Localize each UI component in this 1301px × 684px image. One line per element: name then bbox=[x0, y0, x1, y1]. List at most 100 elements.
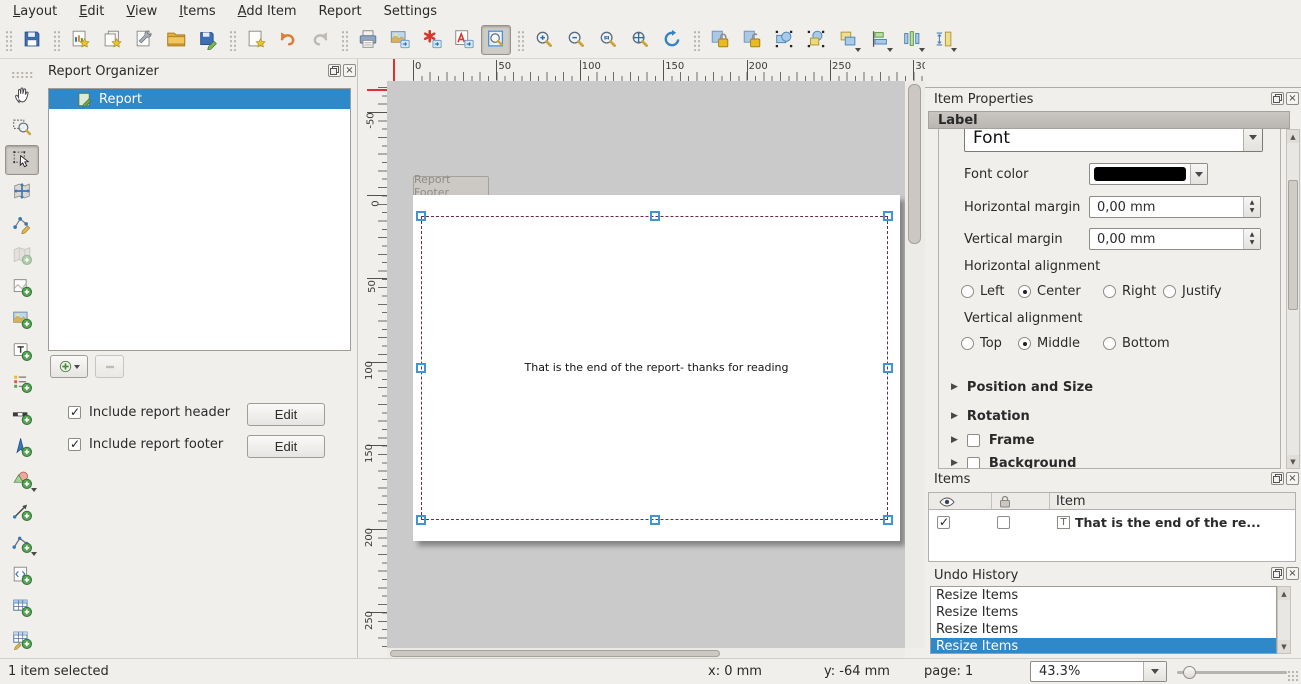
horizontal-margin-spinbox[interactable]: 0,00 mm ▲▼ bbox=[1089, 196, 1261, 218]
font-color-button[interactable] bbox=[1089, 163, 1208, 185]
move-item-content-button[interactable] bbox=[5, 177, 39, 207]
vertical-alignment-radio-bottom[interactable]: Bottom bbox=[1103, 336, 1170, 351]
redo-button[interactable] bbox=[305, 25, 335, 55]
vertical-alignment-radio-top[interactable]: Top bbox=[961, 336, 1002, 351]
load-template-button[interactable] bbox=[161, 25, 191, 55]
unlock-items-button[interactable] bbox=[737, 25, 767, 55]
resize-handle-ne[interactable] bbox=[883, 211, 893, 221]
save-as-template-button[interactable] bbox=[193, 25, 223, 55]
undo-history-scrollbar[interactable]: ▲ ▼ bbox=[1277, 586, 1291, 654]
edit-nodes-item-button[interactable] bbox=[5, 209, 39, 239]
add-shape-button[interactable] bbox=[5, 465, 39, 495]
close-panel-icon[interactable]: × bbox=[1286, 567, 1299, 580]
zoom-out-button[interactable] bbox=[561, 25, 591, 55]
expand-triangle-icon[interactable]: ▶ bbox=[951, 382, 958, 392]
print-button[interactable] bbox=[353, 25, 383, 55]
page-viewport[interactable]: Report Footer That is the end of the rep… bbox=[387, 81, 905, 648]
distribute-items-button[interactable] bbox=[897, 25, 927, 55]
add-north-arrow-button[interactable] bbox=[5, 433, 39, 463]
section-position-and-size[interactable]: ▶Position and Size bbox=[939, 376, 1280, 398]
selected-label-item[interactable] bbox=[421, 216, 888, 520]
horizontal-alignment-radio-center[interactable]: Center bbox=[1018, 284, 1081, 299]
undo-history-entry[interactable]: Resize Items bbox=[931, 587, 1276, 604]
horizontal-alignment-radio-right[interactable]: Right bbox=[1103, 284, 1156, 299]
resize-handle-e[interactable] bbox=[883, 363, 893, 373]
zoom-full-button[interactable] bbox=[625, 25, 655, 55]
horizontal-alignment-radio-justify[interactable]: Justify bbox=[1163, 284, 1222, 299]
menu-add-item[interactable]: Add Item bbox=[227, 2, 308, 21]
resize-handle-se[interactable] bbox=[883, 515, 893, 525]
background-checkbox[interactable] bbox=[967, 457, 980, 470]
table-row[interactable]: T That is the end of the re... bbox=[929, 512, 1295, 532]
duplicate-layout-button[interactable] bbox=[97, 25, 127, 55]
add-picture-button[interactable] bbox=[5, 305, 39, 335]
new-layout-button[interactable] bbox=[65, 25, 95, 55]
menu-items[interactable]: Items bbox=[168, 2, 226, 21]
export-pdf-button[interactable] bbox=[449, 25, 479, 55]
add-scalebar-button[interactable] bbox=[5, 401, 39, 431]
section-frame[interactable]: ▶Frame bbox=[939, 429, 1280, 451]
add-map-button[interactable] bbox=[5, 241, 39, 271]
float-panel-icon[interactable] bbox=[1271, 567, 1284, 580]
canvas-vertical-scrollbar[interactable] bbox=[905, 81, 925, 648]
float-panel-icon[interactable] bbox=[1271, 92, 1284, 105]
save-layout-button[interactable] bbox=[17, 25, 47, 55]
zoom-actual-button[interactable] bbox=[593, 25, 623, 55]
zoom-slider-handle[interactable] bbox=[1183, 666, 1196, 679]
item-properties-scrollbar[interactable]: ▲ ▼ bbox=[1286, 129, 1300, 469]
resize-handle-n[interactable] bbox=[650, 211, 660, 221]
edit-footer-button[interactable]: Edit bbox=[247, 435, 325, 458]
expand-triangle-icon[interactable]: ▶ bbox=[951, 458, 958, 468]
report-tree[interactable]: Report bbox=[48, 88, 351, 351]
add-3d-map-button[interactable] bbox=[5, 273, 39, 303]
item-locked-checkbox[interactable] bbox=[997, 516, 1010, 529]
menu-layout[interactable]: Layout bbox=[2, 2, 68, 21]
resize-handle-s[interactable] bbox=[650, 515, 660, 525]
edit-header-button[interactable]: Edit bbox=[247, 403, 325, 426]
layout-manager-button[interactable] bbox=[129, 25, 159, 55]
lock-items-button[interactable] bbox=[705, 25, 735, 55]
menu-report[interactable]: Report bbox=[308, 2, 373, 21]
items-table[interactable]: T That is the end of the re... bbox=[928, 510, 1296, 562]
float-panel-icon[interactable] bbox=[328, 64, 341, 77]
resize-handle-w[interactable] bbox=[416, 363, 426, 373]
select-all-button[interactable] bbox=[769, 25, 799, 55]
undo-button[interactable] bbox=[273, 25, 303, 55]
frame-checkbox[interactable] bbox=[967, 434, 980, 447]
add-legend-button[interactable] bbox=[5, 369, 39, 399]
report-page[interactable]: That is the end of the report- thanks fo… bbox=[413, 195, 900, 541]
deselect-all-button[interactable] bbox=[801, 25, 831, 55]
align-items-button[interactable] bbox=[865, 25, 895, 55]
include-report-header-checkbox[interactable] bbox=[68, 406, 81, 419]
menu-view[interactable]: View bbox=[115, 2, 168, 21]
menu-settings[interactable]: Settings bbox=[373, 2, 448, 21]
item-visible-checkbox[interactable] bbox=[937, 516, 950, 529]
close-panel-icon[interactable]: × bbox=[1286, 92, 1299, 105]
undo-history-entry[interactable]: Resize Items bbox=[931, 638, 1276, 654]
export-image-button[interactable] bbox=[385, 25, 415, 55]
refresh-view-button[interactable] bbox=[657, 25, 687, 55]
remove-section-button[interactable] bbox=[95, 355, 124, 378]
preview-zoom-button[interactable] bbox=[481, 25, 511, 55]
menu-edit[interactable]: Edit bbox=[68, 2, 115, 21]
zoom-button[interactable] bbox=[5, 113, 39, 143]
add-html-button[interactable] bbox=[5, 561, 39, 591]
add-arrow-button[interactable] bbox=[5, 497, 39, 527]
select-move-item-button[interactable] bbox=[5, 145, 39, 175]
undo-history-entry[interactable]: Resize Items bbox=[931, 604, 1276, 621]
resize-items-button[interactable] bbox=[929, 25, 959, 55]
pan-button[interactable] bbox=[5, 81, 39, 111]
zoom-slider[interactable] bbox=[1177, 659, 1287, 684]
add-node-item-button[interactable] bbox=[5, 529, 39, 559]
zoom-level-combobox[interactable]: 43.3% bbox=[1030, 661, 1167, 682]
resize-handle-sw[interactable] bbox=[416, 515, 426, 525]
resize-handle-nw[interactable] bbox=[416, 211, 426, 221]
export-svg-button[interactable] bbox=[417, 25, 447, 55]
canvas-horizontal-scrollbar[interactable] bbox=[387, 648, 905, 658]
section-rotation[interactable]: ▶Rotation bbox=[939, 405, 1280, 427]
expand-triangle-icon[interactable]: ▶ bbox=[951, 435, 958, 445]
font-dropdown[interactable]: Font bbox=[964, 129, 1263, 152]
expand-triangle-icon[interactable]: ▶ bbox=[951, 411, 958, 421]
raise-items-button[interactable] bbox=[833, 25, 863, 55]
add-label-button[interactable] bbox=[5, 337, 39, 367]
